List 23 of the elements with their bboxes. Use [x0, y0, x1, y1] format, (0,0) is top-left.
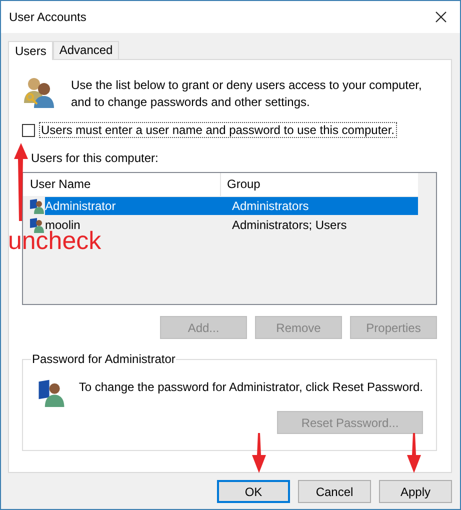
- checkbox[interactable]: [22, 124, 35, 136]
- button[interactable]: Apply: [379, 480, 452, 503]
- password-instruction: To change the password for Administrator, click Reset Password.: [78, 379, 423, 394]
- checkbox-label[interactable]: Users must enter a user name and password to use this computer.: [39, 122, 397, 138]
- list-label: Users for this computer:: [31, 151, 160, 165]
- table-cell-text: Administrators: [231, 198, 309, 212]
- tab[interactable]: Users: [8, 41, 54, 60]
- table-cell-text: Administrators; Users: [231, 218, 347, 232]
- window-title: User Accounts: [9, 10, 86, 24]
- close-icon[interactable]: [435, 11, 447, 23]
- arrow-drawing: [251, 433, 267, 473]
- users-icon: [22, 75, 56, 109]
- button[interactable]: OK: [217, 480, 290, 503]
- instruction-text: Use the list below to grant or deny users access to your computer, and to change passwords and other settings.: [71, 77, 422, 111]
- tab[interactable]: Advanced: [53, 41, 119, 59]
- list-row[interactable]: Administrator Administrators: [45, 196, 418, 214]
- group-title: Password for Administrator: [31, 352, 176, 366]
- table-cell-text: moolin: [45, 218, 80, 232]
- user-computer-icon: [29, 198, 45, 214]
- arrow-drawing: [406, 433, 422, 473]
- table-cell-text: Administrator: [45, 198, 117, 212]
- column-header[interactable]: Group: [221, 173, 260, 196]
- button[interactable]: Cancel: [298, 480, 371, 503]
